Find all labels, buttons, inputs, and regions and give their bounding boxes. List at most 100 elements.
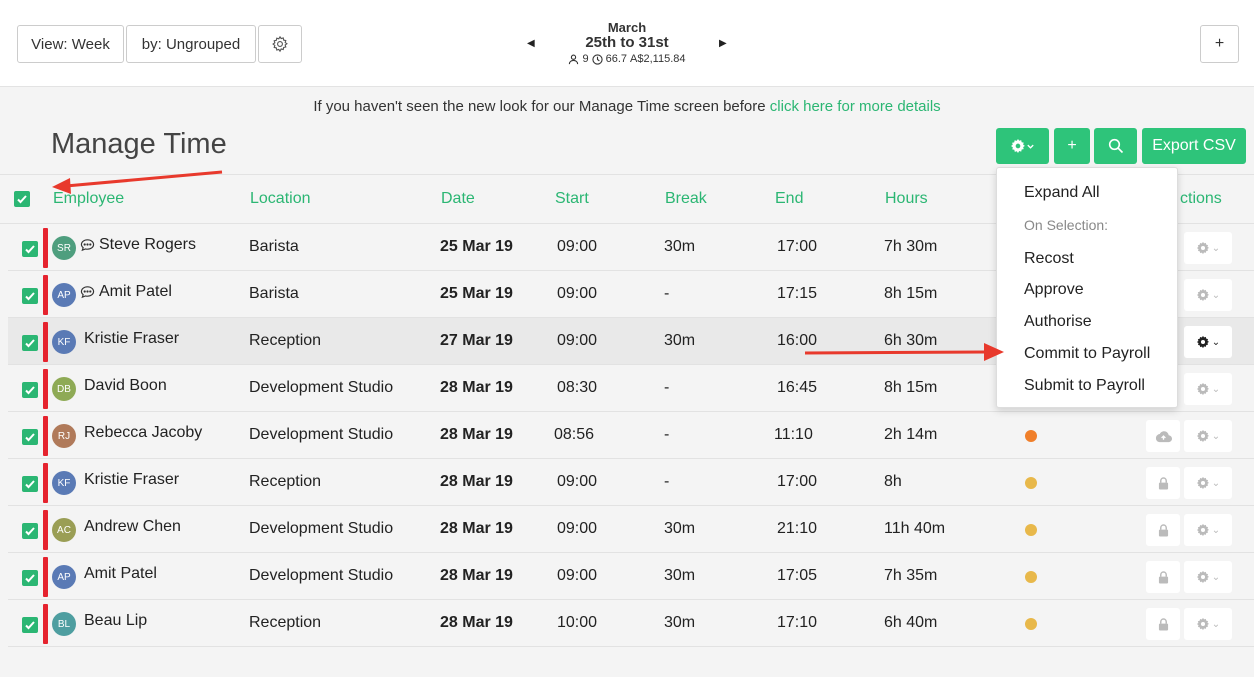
table-row[interactable]: KF Kristie Fraser Reception 28 Mar 19 09:00 -… <box>8 459 1254 506</box>
row-settings-button[interactable]: ⌄ <box>1184 514 1232 546</box>
cell-end[interactable]: 21:10 <box>777 520 817 538</box>
chevron-down-icon: ⌄ <box>1211 383 1221 395</box>
row-checkbox[interactable] <box>22 523 38 539</box>
menu-approve[interactable]: Approve <box>1024 281 1084 299</box>
cell-end[interactable]: 17:05 <box>777 567 817 585</box>
employee-name[interactable]: Rebecca Jacoby <box>84 424 202 442</box>
cell-break[interactable]: 30m <box>664 332 695 350</box>
col-date[interactable]: Date <box>441 190 475 208</box>
row-checkbox[interactable] <box>22 382 38 398</box>
employee-name[interactable]: Andrew Chen <box>84 518 181 536</box>
cell-start[interactable]: 09:00 <box>557 473 597 491</box>
table-row[interactable]: RJ Rebecca Jacoby Development Studio 28 Mar… <box>8 412 1254 459</box>
table-row[interactable]: BL Beau Lip Reception 28 Mar 19 10:00 30m 17:1… <box>8 600 1254 647</box>
cell-start[interactable]: 08:30 <box>557 379 597 397</box>
cell-break[interactable]: 30m <box>664 567 695 585</box>
notice-text: If you haven't seen the new look for our… <box>313 98 770 115</box>
cell-end[interactable]: 16:45 <box>777 379 817 397</box>
export-csv-button[interactable]: Export CSV <box>1142 128 1246 164</box>
col-end[interactable]: End <box>775 190 803 208</box>
cell-start[interactable]: 09:00 <box>557 238 597 256</box>
lock-button[interactable] <box>1146 514 1180 546</box>
search-button[interactable] <box>1094 128 1137 164</box>
menu-recost[interactable]: Recost <box>1024 250 1074 268</box>
row-checkbox[interactable] <box>22 570 38 586</box>
cell-break[interactable]: - <box>664 285 669 303</box>
employee-name[interactable]: Amit Patel <box>80 283 172 301</box>
employee-name[interactable]: Steve Rogers <box>80 236 196 254</box>
row-settings-button[interactable]: ⌄ <box>1184 467 1232 499</box>
employee-name[interactable]: David Boon <box>84 377 167 395</box>
avatar: AC <box>52 518 76 542</box>
add-button[interactable]: + <box>1200 25 1239 63</box>
row-checkbox[interactable] <box>22 429 38 445</box>
cell-end[interactable]: 17:15 <box>777 285 817 303</box>
cell-break[interactable]: 30m <box>664 520 695 538</box>
col-employee[interactable]: Employee <box>53 190 124 208</box>
table-row[interactable]: AC Andrew Chen Development Studio 28 Mar 19… <box>8 506 1254 553</box>
row-checkbox[interactable] <box>22 476 38 492</box>
col-break[interactable]: Break <box>665 190 707 208</box>
cell-end[interactable]: 17:00 <box>777 473 817 491</box>
row-settings-button[interactable]: ⌄ <box>1184 373 1232 405</box>
cell-break[interactable]: - <box>664 379 669 397</box>
cell-start[interactable]: 08:56 <box>554 426 594 444</box>
row-settings-button[interactable]: ⌄ <box>1184 561 1232 593</box>
cell-end[interactable]: 17:00 <box>777 238 817 256</box>
row-settings-button[interactable]: ⌄ <box>1184 326 1232 358</box>
row-settings-button[interactable]: ⌄ <box>1184 232 1232 264</box>
menu-commit-to-payroll[interactable]: Commit to Payroll <box>1024 345 1150 363</box>
employee-name[interactable]: Kristie Fraser <box>84 471 179 489</box>
row-settings-button[interactable]: ⌄ <box>1184 420 1232 452</box>
row-checkbox[interactable] <box>22 288 38 304</box>
menu-submit-to-payroll[interactable]: Submit to Payroll <box>1024 377 1145 395</box>
notice-link[interactable]: click here for more details <box>770 98 941 115</box>
cell-hours: 7h 35m <box>884 567 938 584</box>
add-shift-button[interactable]: + <box>1054 128 1090 164</box>
cell-end[interactable]: 16:00 <box>777 332 817 350</box>
group-by-button[interactable]: by: Ungrouped <box>126 25 256 63</box>
menu-authorise[interactable]: Authorise <box>1024 313 1092 331</box>
staff-count: 9 <box>582 53 589 65</box>
col-hours[interactable]: Hours <box>885 190 928 208</box>
table-row[interactable]: AP Amit Patel Development Studio 28 Mar 19 0… <box>8 553 1254 600</box>
status-bar <box>43 322 48 362</box>
cell-end[interactable]: 17:10 <box>777 614 817 632</box>
lock-button[interactable] <box>1146 608 1180 640</box>
cell-location: Reception <box>249 473 322 490</box>
view-week-button[interactable]: View: Week <box>17 25 124 63</box>
cell-break[interactable]: 30m <box>664 614 695 632</box>
lock-button[interactable] <box>1146 561 1180 593</box>
upload-button[interactable] <box>1146 420 1180 452</box>
cell-date: 28 Mar 19 <box>440 473 513 490</box>
settings-button[interactable] <box>258 25 302 63</box>
menu-expand-all[interactable]: Expand All <box>1024 184 1100 202</box>
cell-date: 25 Mar 19 <box>440 285 513 302</box>
row-settings-button[interactable]: ⌄ <box>1184 608 1232 640</box>
cell-start[interactable]: 10:00 <box>557 614 597 632</box>
employee-name[interactable]: Kristie Fraser <box>84 330 179 348</box>
col-start[interactable]: Start <box>555 190 589 208</box>
cell-end[interactable]: 11:10 <box>774 426 813 444</box>
status-dot <box>1025 618 1037 630</box>
next-week-arrow-icon[interactable]: ▶ <box>719 38 727 49</box>
cell-start[interactable]: 09:00 <box>557 520 597 538</box>
bulk-actions-button[interactable] <box>996 128 1049 164</box>
cell-start[interactable]: 09:00 <box>557 567 597 585</box>
row-settings-button[interactable]: ⌄ <box>1184 279 1232 311</box>
row-checkbox[interactable] <box>22 241 38 257</box>
cell-break[interactable]: 30m <box>664 238 695 256</box>
row-checkbox[interactable] <box>22 617 38 633</box>
select-all-checkbox[interactable] <box>14 191 30 207</box>
col-location[interactable]: Location <box>250 190 311 208</box>
cell-start[interactable]: 09:00 <box>557 332 597 350</box>
cell-location: Development Studio <box>249 520 394 537</box>
row-checkbox[interactable] <box>22 335 38 351</box>
chevron-down-icon: ⌄ <box>1211 571 1221 583</box>
employee-name[interactable]: Amit Patel <box>84 565 157 583</box>
lock-button[interactable] <box>1146 467 1180 499</box>
cell-break[interactable]: - <box>664 426 669 444</box>
cell-start[interactable]: 09:00 <box>557 285 597 303</box>
cell-break[interactable]: - <box>664 473 669 491</box>
employee-name[interactable]: Beau Lip <box>84 612 147 630</box>
